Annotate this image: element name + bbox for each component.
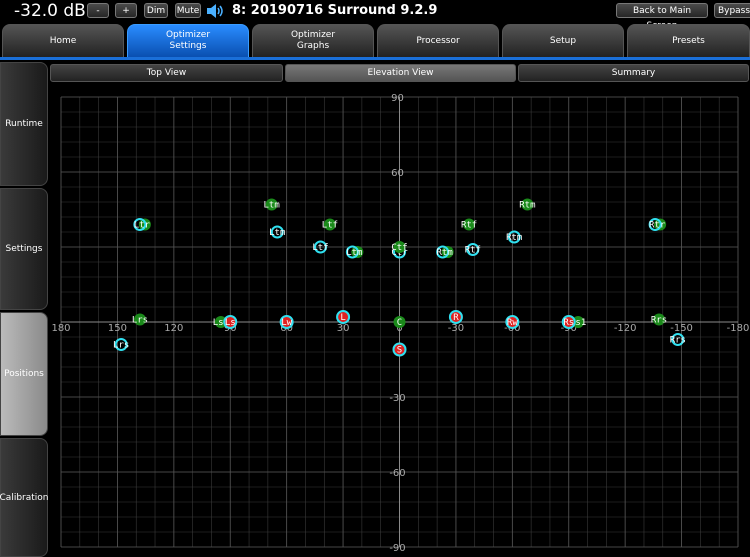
tab-presets[interactable]: Presets: [627, 24, 750, 57]
speaker-label: Ltf: [322, 221, 338, 231]
x-tick-label: -180: [727, 323, 750, 334]
speaker-label: Rrs: [670, 336, 686, 346]
tab-processor[interactable]: Processor: [377, 24, 499, 57]
volume-up-button[interactable]: +: [115, 3, 137, 18]
x-tick-label: 30: [337, 323, 350, 334]
x-tick-label: 180: [51, 323, 70, 334]
y-tick-label: -30: [389, 393, 405, 404]
speaker-label: S: [397, 346, 402, 356]
back-to-main-button[interactable]: Back to Main Screen: [616, 3, 708, 31]
y-tick-label: 90: [391, 93, 404, 104]
speaker-label: L: [340, 313, 345, 323]
y-tick-label: -60: [389, 468, 405, 479]
speaker-label: Ls: [225, 318, 236, 328]
volume-readout: -32.0 dB: [14, 1, 86, 21]
tab-setup[interactable]: Setup: [502, 24, 624, 57]
dim-button[interactable]: Dim: [144, 3, 168, 18]
tab-optimizer-settings[interactable]: Optimizer Settings: [127, 24, 249, 57]
volume-down-button[interactable]: -: [87, 3, 109, 18]
preset-title: 8: 20190716 Surround 9.2.9: [232, 3, 438, 18]
speaker-label: Rtm: [519, 201, 535, 211]
side-tab-runtime[interactable]: Runtime: [0, 62, 48, 186]
speaker-label: Ltr: [134, 221, 151, 231]
speaker-label: Rtf: [461, 221, 477, 231]
x-tick-label: -150: [670, 323, 693, 334]
x-tick-label: -120: [614, 323, 637, 334]
speaker-label: Rtf: [465, 246, 481, 256]
side-tab-positions[interactable]: Positions: [0, 312, 48, 436]
elevation-plot-panel: 1801501209060300-30-60-90-120-150-180906…: [48, 84, 750, 557]
speaker-volume-icon[interactable]: [205, 2, 225, 20]
speaker-label: Rtm: [437, 248, 453, 258]
x-tick-label: 150: [108, 323, 127, 334]
speaker-label: Ltf: [312, 243, 328, 253]
speaker-label: Rtm: [506, 233, 522, 243]
speaker-label: Rs: [563, 318, 574, 328]
speaker-label: Ctf: [391, 243, 407, 253]
y-tick-label: 60: [391, 168, 404, 179]
speaker-label: C: [397, 318, 402, 328]
speaker-label: Rrs: [651, 316, 667, 326]
tab-optimizer-graphs[interactable]: Optimizer Graphs: [252, 24, 374, 57]
main-tab-bar: Home Optimizer Settings Optimizer Graphs…: [0, 22, 750, 58]
speaker-label: Ltm: [346, 248, 362, 258]
side-tab-calibration[interactable]: Calibration: [0, 438, 48, 557]
speaker-label: Rw: [507, 318, 518, 328]
top-bar: -32.0 dB - + Dim Mute 8: 20190716 Surrou…: [0, 0, 750, 31]
x-tick-label: -30: [448, 323, 464, 334]
mute-button[interactable]: Mute: [175, 3, 201, 18]
speaker-label: Lrs: [132, 316, 148, 326]
tab-home[interactable]: Home: [2, 24, 124, 57]
subtab-summary[interactable]: Summary: [518, 64, 749, 82]
x-tick-label: 120: [164, 323, 183, 334]
y-tick-label: -90: [389, 543, 405, 554]
speaker-label: Ltm: [263, 201, 279, 211]
bypass-button[interactable]: Bypass: [714, 3, 750, 18]
speaker-label: Lw: [281, 318, 292, 328]
tab-underline: [0, 57, 750, 60]
subtab-elevation-view[interactable]: Elevation View: [285, 64, 516, 82]
speaker-label: Ltm: [269, 228, 285, 238]
elevation-plot[interactable]: 1801501209060300-30-60-90-120-150-180906…: [48, 84, 750, 557]
side-tab-settings[interactable]: Settings: [0, 188, 48, 310]
speaker-label: R: [453, 313, 459, 323]
speaker-label: Lrs: [113, 341, 129, 351]
speaker-label: Rtr: [649, 221, 666, 231]
subtab-top-view[interactable]: Top View: [50, 64, 283, 82]
